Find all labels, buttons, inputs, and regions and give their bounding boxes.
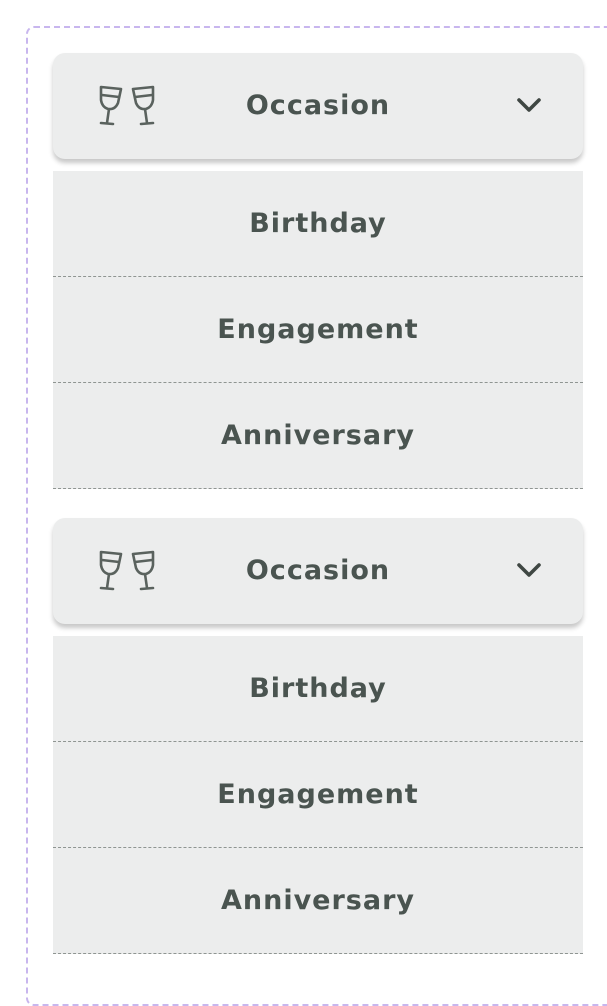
occasion-dropdown-header[interactable]: Occasion (53, 518, 583, 624)
option-anniversary[interactable]: Anniversary (53, 848, 583, 954)
option-anniversary[interactable]: Anniversary (53, 383, 583, 489)
option-engagement[interactable]: Engagement (53, 277, 583, 383)
chevron-down-icon[interactable] (515, 559, 543, 581)
dropdown-title: Occasion (245, 555, 391, 586)
occasion-dropdown-header[interactable]: Occasion (53, 53, 583, 159)
chevron-down-icon[interactable] (515, 94, 543, 116)
option-birthday[interactable]: Birthday (53, 636, 583, 742)
option-engagement[interactable]: Engagement (53, 742, 583, 848)
occasion-dropdown: Occasion Birthday Engagement Anniversary (53, 53, 583, 489)
occasion-dropdown: Occasion Birthday Engagement Anniversary (53, 518, 583, 954)
dropdown-options-list: Birthday Engagement Anniversary (53, 171, 583, 489)
dropdown-title: Occasion (245, 90, 391, 121)
option-birthday[interactable]: Birthday (53, 171, 583, 277)
dropdown-options-list: Birthday Engagement Anniversary (53, 636, 583, 954)
